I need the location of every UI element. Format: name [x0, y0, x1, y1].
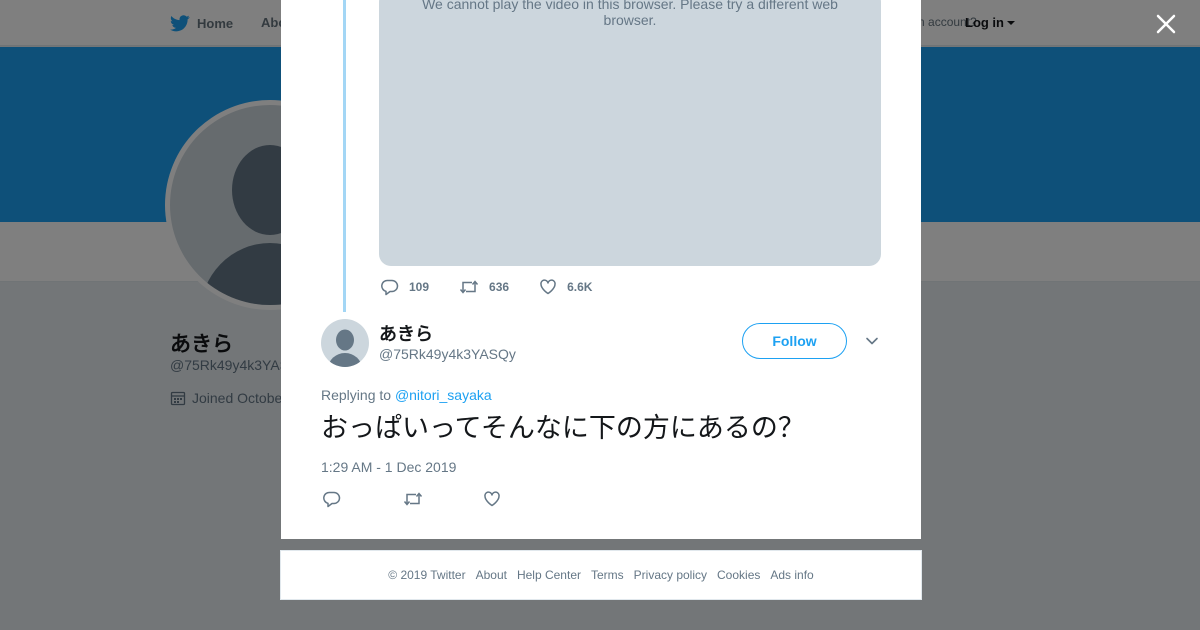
retweet-icon [403, 492, 423, 506]
footer-link-about[interactable]: About [476, 568, 507, 582]
thread-line [343, 0, 346, 312]
retweet-icon [459, 280, 479, 294]
tweet-text: おっぱいってそんなに下の方にあるの？ [321, 413, 805, 443]
footer-link-cookies[interactable]: Cookies [717, 568, 760, 582]
video-player[interactable]: We cannot play the video in this browser… [379, 0, 881, 266]
modal-footer: © 2019 Twitter About Help Center Terms P… [280, 550, 922, 600]
quoted-tweet-actions: 109 636 6.6K [381, 278, 622, 296]
tweet-menu-button[interactable] [865, 334, 879, 353]
footer-link-help-center[interactable]: Help Center [517, 568, 581, 582]
retweet-count: 636 [489, 280, 510, 294]
reply-action[interactable]: 109 [381, 278, 429, 296]
author-handle[interactable]: @75Rk49y4k3YASQy [379, 346, 516, 362]
video-error-message: We cannot play the video in this browser… [422, 0, 838, 28]
tweet-modal: We cannot play the video in this browser… [281, 0, 921, 539]
tweet-timestamp[interactable]: 1:29 AM - 1 Dec 2019 [321, 459, 456, 475]
follow-button[interactable]: Follow [742, 323, 847, 359]
footer-link-ads-info[interactable]: Ads info [770, 568, 813, 582]
replying-to-link[interactable]: @nitori_sayaka [395, 387, 492, 403]
default-avatar-icon [328, 329, 362, 367]
footer-copyright: © 2019 Twitter [388, 568, 466, 582]
chevron-down-icon [866, 337, 878, 345]
retweet-button[interactable] [403, 490, 483, 513]
replying-to: Replying to @nitori_sayaka [321, 387, 492, 403]
reply-icon [381, 279, 399, 296]
close-icon [1156, 14, 1176, 34]
reply-button[interactable] [323, 490, 403, 513]
like-action[interactable]: 6.6K [539, 278, 592, 296]
reply-icon [323, 491, 341, 508]
reply-count: 109 [409, 280, 430, 294]
like-icon [540, 279, 556, 295]
author-name[interactable]: あきら [379, 320, 433, 346]
like-count: 6.6K [567, 280, 593, 294]
like-button[interactable] [483, 490, 563, 513]
replying-prefix: Replying to [321, 387, 395, 403]
close-modal-button[interactable] [1152, 10, 1180, 38]
like-icon [484, 491, 500, 507]
retweet-action[interactable]: 636 [459, 278, 509, 296]
footer-link-privacy[interactable]: Privacy policy [634, 568, 707, 582]
tweet-actions [323, 490, 563, 513]
author-avatar[interactable] [321, 319, 369, 367]
footer-link-terms[interactable]: Terms [591, 568, 624, 582]
